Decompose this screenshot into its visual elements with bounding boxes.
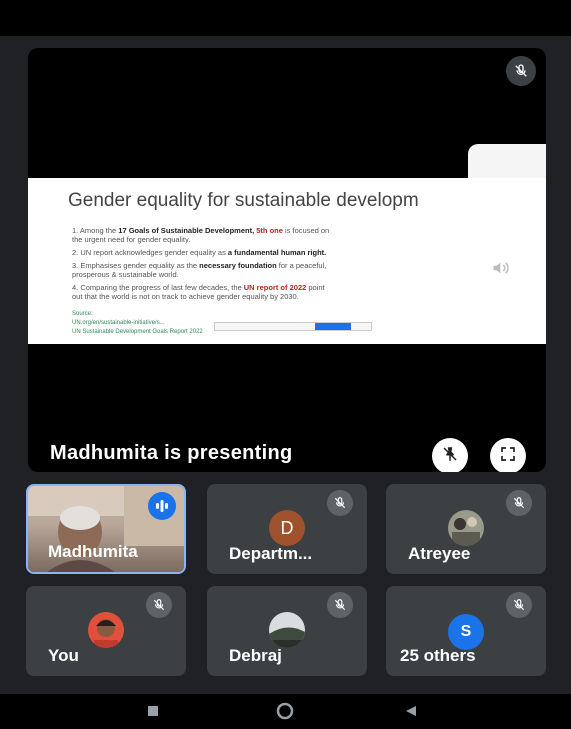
nav-back-icon[interactable] [404,704,418,721]
pin-off-button[interactable] [432,438,468,472]
participant-name: You [48,646,79,665]
participant-tile-debraj[interactable]: Debraj [207,586,367,676]
pin-off-icon [441,445,459,468]
avatar [448,510,484,546]
participant-tile-madhumita[interactable]: Madhumita [26,484,186,574]
slide-title: Gender equality for sustainable developm [68,190,419,211]
participant-tile-atreyee[interactable]: Atreyee [386,484,546,574]
slide-points: 1. Among the 17 Goals of Sustainable Dev… [72,226,532,305]
mic-off-icon [506,490,532,516]
participant-name: 25 others [400,646,476,665]
participant-name: Debraj [229,646,282,665]
mic-off-icon [327,490,353,516]
avatar [88,612,124,648]
slide-point: 1. Among the 17 Goals of Sustainable Dev… [72,226,330,244]
participant-name: Departm... [229,544,313,563]
nav-recents-icon[interactable] [146,704,160,721]
nav-home-icon[interactable] [276,702,294,723]
avatar: D [269,510,305,546]
status-bar [0,0,571,36]
fullscreen-button[interactable] [490,438,526,472]
speaking-icon [148,492,176,520]
meet-app: Gender equality for sustainable developm… [0,0,571,729]
side-panel[interactable] [468,144,546,344]
presenting-label: Madhumita is presenting [50,442,293,464]
mic-off-icon [506,56,536,86]
speaker-icon[interactable] [492,260,510,281]
slide-point: 3. Emphasises gender equality as the nec… [72,261,327,279]
mic-off-icon [146,592,172,618]
slide-point: 4. Comparing the progress of last few de… [72,283,325,301]
participant-tile-others[interactable]: S 25 others [386,586,546,676]
mic-off-icon [506,592,532,618]
fullscreen-icon [500,446,516,467]
participant-tile-department[interactable]: D Departm... [207,484,367,574]
navigation-bar [0,694,571,729]
avatar [269,612,305,648]
participant-tile-you[interactable]: You [26,586,186,676]
slide-point: 2. UN report acknowledges gender equalit… [72,248,327,257]
avatar: S [448,614,484,650]
slide-source: Source: UN.org/en/sustainable-initiative… [72,311,203,335]
presentation-stage[interactable]: Gender equality for sustainable developm… [28,48,546,472]
participant-name: Madhumita [48,542,138,561]
slide-embedded-searchbar [214,322,372,331]
participant-name: Atreyee [408,544,471,563]
mic-off-icon [327,592,353,618]
